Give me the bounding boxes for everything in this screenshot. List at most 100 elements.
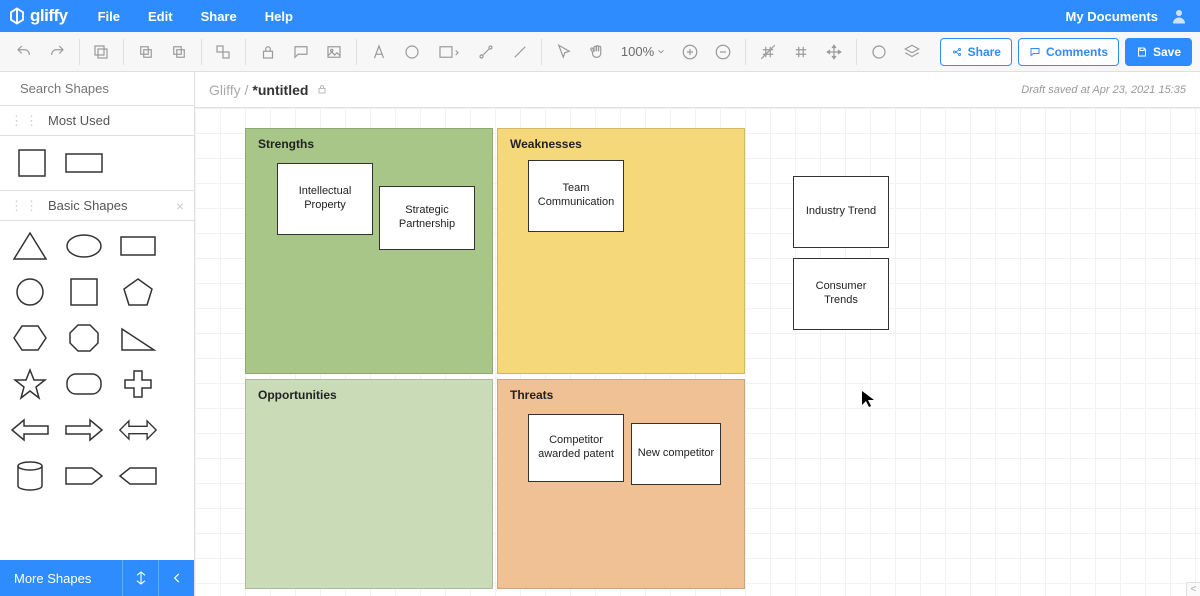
shape-triangle[interactable]: [10, 229, 50, 263]
most-used-tray: [0, 136, 194, 191]
connector-tool[interactable]: [470, 35, 501, 69]
zoom-display[interactable]: 100%: [621, 44, 666, 59]
shape-octagon[interactable]: [64, 321, 104, 355]
snap-grid-toggle[interactable]: [752, 35, 783, 69]
image-button[interactable]: [319, 35, 350, 69]
canvas[interactable]: Strengths Weaknesses Opportunities Threa…: [195, 108, 1200, 596]
shape-cylinder[interactable]: [10, 459, 50, 493]
rect-tool[interactable]: [430, 35, 469, 69]
guides-toggle[interactable]: [819, 35, 850, 69]
zoom-in-button[interactable]: [674, 35, 705, 69]
layers-button[interactable]: [896, 35, 927, 69]
lock-icon[interactable]: [316, 82, 328, 98]
panel-label: Opportunities: [258, 388, 337, 402]
share-label: Share: [968, 45, 1001, 59]
save-button[interactable]: Save: [1125, 38, 1192, 66]
my-documents-link[interactable]: My Documents: [1066, 9, 1158, 24]
shape-rectangle[interactable]: [118, 229, 158, 263]
gliffy-icon: [8, 7, 26, 25]
shape-arrow-left[interactable]: [10, 413, 50, 447]
panel-label: Threats: [510, 388, 553, 402]
redo-button[interactable]: [41, 35, 72, 69]
card-team-communication[interactable]: Team Communication: [528, 160, 624, 232]
note-button[interactable]: [285, 35, 316, 69]
comment-icon: [1029, 46, 1041, 58]
card-industry-trend[interactable]: Industry Trend: [793, 176, 889, 248]
pointer-tool[interactable]: [548, 35, 579, 69]
mouse-cursor-icon: [861, 390, 875, 411]
sidebar-footer: More Shapes: [0, 560, 194, 596]
card-intellectual-property[interactable]: Intellectual Property: [277, 163, 373, 235]
shape-arrow-right[interactable]: [64, 413, 104, 447]
share-button[interactable]: Share: [940, 38, 1012, 66]
panel-opportunities[interactable]: Opportunities: [245, 379, 493, 589]
menu-edit[interactable]: Edit: [134, 9, 187, 24]
shape-hexagon[interactable]: [10, 321, 50, 355]
shape-rounded-rect[interactable]: [64, 367, 104, 401]
scroll-corner[interactable]: <: [1186, 582, 1200, 596]
brand-logo[interactable]: gliffy: [8, 6, 68, 26]
bring-front-button[interactable]: [130, 35, 161, 69]
draft-saved-label: Draft saved at Apr 23, 2021 15:35: [1021, 84, 1186, 96]
lock-button[interactable]: [252, 35, 283, 69]
search-shapes-input[interactable]: [18, 80, 198, 97]
section-basic-shapes[interactable]: ⋮⋮ Basic Shapes ×: [0, 191, 194, 221]
collapse-sidebar-button[interactable]: [158, 560, 194, 596]
shape-arrow-both[interactable]: [118, 413, 158, 447]
shape-circle[interactable]: [10, 275, 50, 309]
group-button[interactable]: [208, 35, 239, 69]
more-shapes-button[interactable]: More Shapes: [0, 571, 122, 586]
card-consumer-trends[interactable]: Consumer Trends: [793, 258, 889, 330]
menu-file[interactable]: File: [84, 9, 134, 24]
save-label: Save: [1153, 45, 1181, 59]
breadcrumb[interactable]: Gliffy /: [209, 82, 248, 98]
card-competitor-awarded-patent[interactable]: Competitor awarded patent: [528, 414, 624, 482]
shape-star[interactable]: [10, 367, 50, 401]
comments-label: Comments: [1046, 45, 1108, 59]
menu-share[interactable]: Share: [187, 9, 251, 24]
card-strategic-partnership[interactable]: Strategic Partnership: [379, 186, 475, 250]
shape-square[interactable]: [12, 146, 52, 180]
menu-bar: gliffy File Edit Share Help My Documents: [0, 0, 1200, 32]
send-back-button[interactable]: [163, 35, 194, 69]
close-section-button[interactable]: ×: [176, 198, 184, 214]
share-icon: [951, 46, 963, 58]
shape-square[interactable]: [64, 275, 104, 309]
text-tool[interactable]: [363, 35, 394, 69]
panel-label: Strengths: [258, 137, 314, 151]
shape-tag-right[interactable]: [64, 459, 104, 493]
save-icon: [1136, 46, 1148, 58]
drag-handle-icon: ⋮⋮: [10, 198, 40, 214]
zoom-out-button[interactable]: [708, 35, 739, 69]
section-most-used[interactable]: ⋮⋮ Most Used: [0, 106, 194, 136]
ellipse-tool[interactable]: [396, 35, 427, 69]
pan-tool[interactable]: [582, 35, 613, 69]
menu-help[interactable]: Help: [251, 9, 307, 24]
shape-pentagon[interactable]: [118, 275, 158, 309]
shape-tag-left[interactable]: [118, 459, 158, 493]
line-tool[interactable]: [504, 35, 535, 69]
copy-button[interactable]: [86, 35, 117, 69]
shapes-sidebar: ⋮⋮ Most Used ⋮⋮ Basic Shapes ×: [0, 72, 195, 596]
user-icon[interactable]: [1168, 5, 1190, 27]
search-shapes-row: [0, 72, 194, 106]
section-label: Most Used: [48, 113, 110, 128]
basic-shapes-grid: [0, 221, 194, 560]
card-new-competitor[interactable]: New competitor: [631, 423, 721, 485]
shape-rectangle[interactable]: [64, 146, 104, 180]
brand-text: gliffy: [30, 6, 68, 26]
shape-ellipse[interactable]: [64, 229, 104, 263]
align-center-button[interactable]: [122, 560, 158, 596]
theme-button[interactable]: [863, 35, 894, 69]
undo-button[interactable]: [8, 35, 39, 69]
document-header: Gliffy / *untitled Draft saved at Apr 23…: [195, 72, 1200, 108]
toolbar: 100% Share Comments Save: [0, 32, 1200, 72]
shape-right-triangle[interactable]: [118, 321, 158, 355]
panel-label: Weaknesses: [510, 137, 582, 151]
comments-button[interactable]: Comments: [1018, 38, 1119, 66]
show-grid-toggle[interactable]: [785, 35, 816, 69]
document-title[interactable]: *untitled: [252, 82, 308, 98]
section-label: Basic Shapes: [48, 198, 128, 213]
shape-plus[interactable]: [118, 367, 158, 401]
drag-handle-icon: ⋮⋮: [10, 113, 40, 129]
